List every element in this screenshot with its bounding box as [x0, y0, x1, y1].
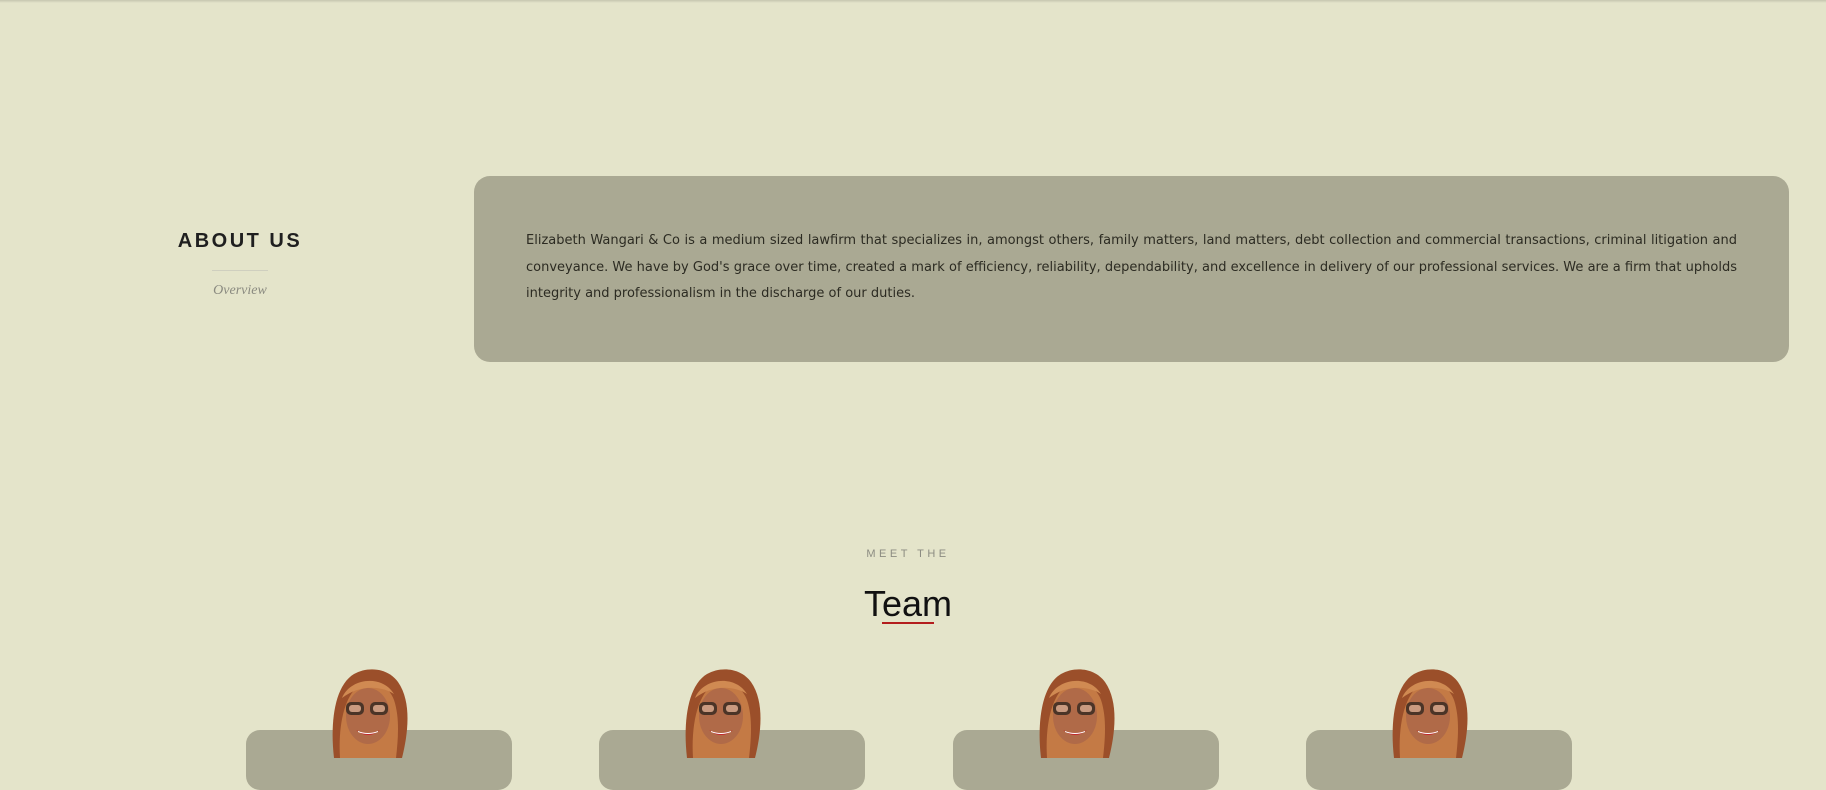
team-member-card[interactable]	[1306, 664, 1572, 790]
team-member-card[interactable]	[246, 664, 512, 790]
team-member-portrait-icon	[332, 669, 408, 758]
team-member-card[interactable]	[599, 664, 865, 790]
team-member-card[interactable]	[953, 664, 1219, 790]
about-heading-block: ABOUT US Overview	[120, 226, 360, 301]
team-member-portrait-icon	[1392, 669, 1468, 758]
about-card: Elizabeth Wangari & Co is a medium sized…	[474, 176, 1789, 362]
about-description: Elizabeth Wangari & Co is a medium sized…	[526, 233, 1737, 301]
team-member-portrait-icon	[685, 669, 761, 758]
team-kicker: MEET THE	[866, 548, 950, 560]
about-title: ABOUT US	[177, 230, 303, 252]
about-divider	[212, 270, 268, 271]
team-title: Team	[863, 583, 953, 624]
about-subtitle: Overview	[213, 283, 267, 298]
team-member-portrait-icon	[1039, 669, 1115, 758]
header-shadow	[0, 0, 1826, 3]
team-title-underline	[882, 622, 934, 624]
